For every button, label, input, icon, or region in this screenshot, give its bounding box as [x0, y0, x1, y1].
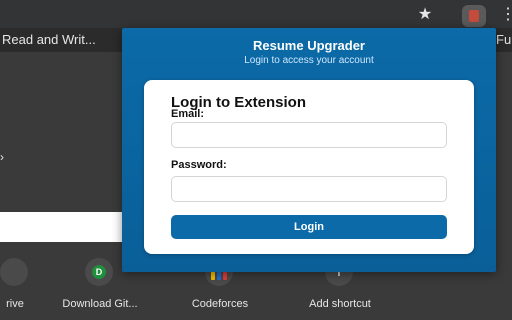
email-label: Email: [171, 108, 205, 120]
shortcut-icon: D [85, 258, 113, 286]
shortcut-label: Add shortcut [309, 298, 371, 310]
download-git-icon: D [92, 265, 106, 279]
bookmark-item[interactable]: Fu [496, 32, 512, 47]
menu-dots-icon[interactable]: ⋮ [500, 4, 512, 26]
password-input[interactable] [171, 176, 447, 202]
password-label: Password: [171, 159, 227, 171]
popup-title: Resume Upgrader [253, 38, 365, 53]
shortcut-label: Codeforces [191, 298, 249, 310]
extension-icon [469, 10, 479, 22]
login-card: Login to Extension Email: Password: Logi… [144, 80, 474, 254]
bookmark-item[interactable]: Read and Writ... [2, 32, 96, 47]
login-button[interactable]: Login [171, 215, 447, 239]
browser-toolbar: ★ ⋮ [0, 0, 512, 28]
search-box-partial[interactable] [0, 212, 122, 242]
star-icon[interactable]: ★ [416, 6, 434, 24]
popup-subtitle: Login to access your account [244, 55, 374, 66]
shortcut-label: Download Git... [62, 298, 138, 310]
shortcut-icon [0, 258, 28, 286]
extension-popup: Resume Upgrader Login to access your acc… [122, 28, 496, 272]
email-input[interactable] [171, 122, 447, 148]
chevron-right-icon: › [0, 150, 4, 164]
extension-button[interactable] [462, 5, 486, 27]
